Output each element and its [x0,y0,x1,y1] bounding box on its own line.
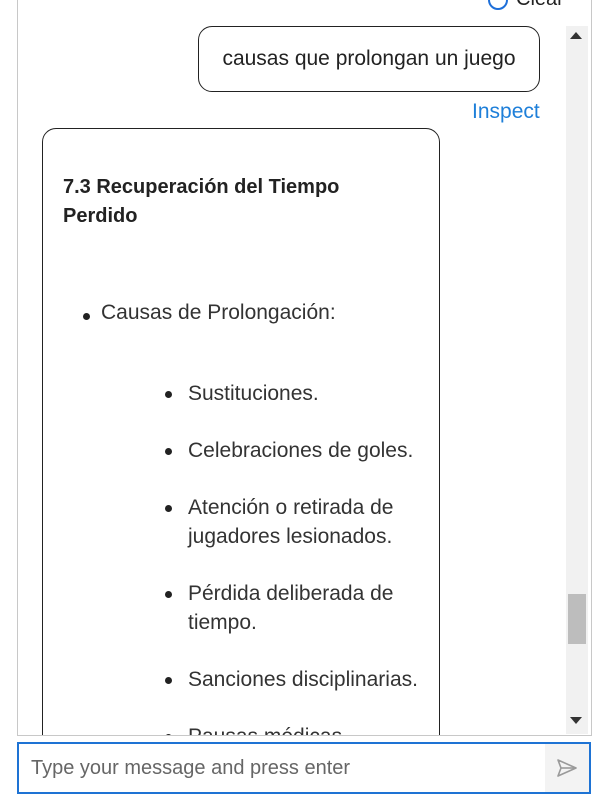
bullet-icon [165,734,172,735]
bullet-icon [165,391,172,398]
section-heading: Causas de Prolongación: [101,301,336,324]
scroll-down-icon[interactable] [570,717,582,724]
bot-message-title: 7.3 Recuperación del Tiempo Perdido [63,176,340,227]
user-message-bubble: causas que prolongan un juego [198,26,540,92]
bullet-icon [165,448,172,455]
list-item: Celebraciones de goles. [188,439,414,462]
list-item: Sustituciones. [188,382,319,405]
chat-panel: Clear causas que prolongan un juego Insp… [17,0,592,736]
scroll-thumb[interactable] [568,594,586,644]
bullet-icon [165,505,172,512]
list-item: Pausas médicas [188,722,428,735]
send-icon [557,759,577,777]
inspect-link[interactable]: Inspect [472,100,540,124]
list-item: Atención o retirada de jugadores lesiona… [188,496,394,548]
bot-message-bubble: 7.3 Recuperación del Tiempo Perdido Caus… [42,128,440,735]
clear-label: Clear [516,0,564,11]
circle-icon [488,0,508,10]
list-item: Sanciones disciplinarias. [188,668,418,691]
message-input[interactable] [19,744,545,792]
bullet-icon [165,677,172,684]
send-button[interactable] [545,744,589,792]
message-composer [17,742,591,794]
clear-control[interactable]: Clear [488,0,564,11]
list-item: Pérdida deliberada de tiempo. [188,582,394,634]
scroll-up-icon[interactable] [570,32,582,39]
bullet-icon [83,313,90,320]
bullet-icon [165,591,172,598]
scrollbar[interactable] [566,26,588,734]
user-message-text: causas que prolongan un juego [222,47,516,70]
